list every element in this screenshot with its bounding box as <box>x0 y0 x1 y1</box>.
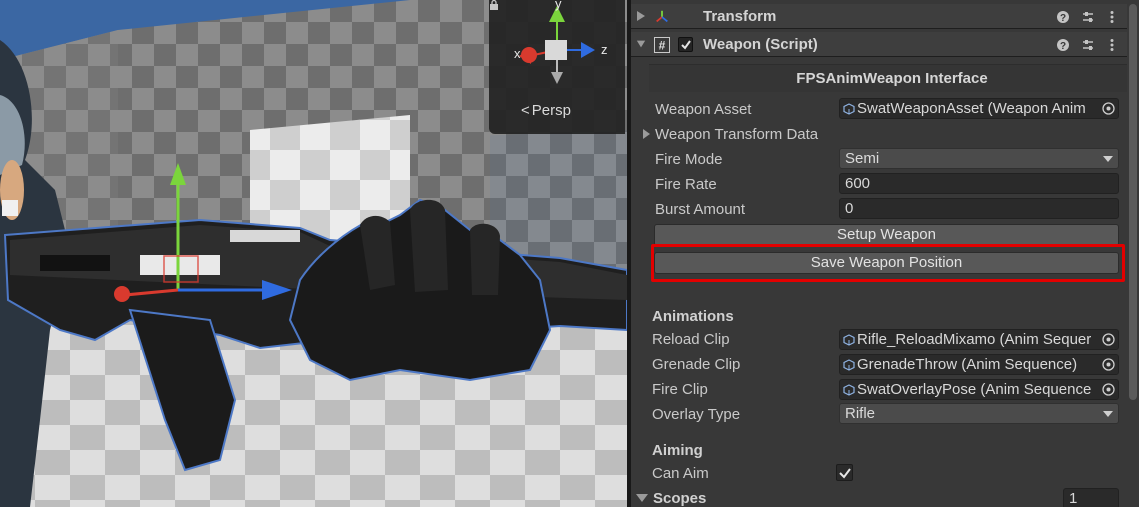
overlay-type-label: Overlay Type <box>652 406 741 423</box>
burst-amount-value: 0 <box>845 200 854 217</box>
svg-text:#: # <box>659 39 666 53</box>
scrollbar-thumb[interactable] <box>1129 4 1137 400</box>
kebab-menu-icon[interactable] <box>1105 38 1119 52</box>
collapsed-foldout-icon[interactable] <box>636 10 646 22</box>
svg-text:?: ? <box>1060 13 1066 24</box>
checkmark-icon <box>681 40 691 50</box>
overlay-type-dropdown[interactable]: Rifle <box>839 403 1119 424</box>
fire-mode-label: Fire Mode <box>655 151 723 168</box>
weapon-transform-data-foldout-icon[interactable] <box>642 129 652 139</box>
weapon-transform-data-label[interactable]: Weapon Transform Data <box>655 126 818 143</box>
scriptable-object-icon <box>843 103 855 115</box>
weapon-script-component-header[interactable]: # Weapon (Script) ? <box>631 32 1139 57</box>
lock-icon[interactable] <box>489 0 499 10</box>
fire-rate-label: Fire Rate <box>655 176 717 193</box>
target-picker-icon <box>1102 333 1115 346</box>
grenade-clip-label: Grenade Clip <box>652 356 741 373</box>
inspector-scrollbar[interactable] <box>1127 0 1139 507</box>
scopes-foldout-icon[interactable] <box>636 493 648 503</box>
weapon-asset-field[interactable]: SwatWeaponAsset (Weapon Anim <box>839 98 1119 119</box>
chevron-down-icon <box>1103 411 1113 417</box>
fire-mode-dropdown[interactable]: Semi <box>839 148 1119 169</box>
fire-rate-input[interactable]: 600 <box>839 173 1119 194</box>
weapon-asset-label: Weapon Asset <box>655 101 752 118</box>
transform-title: Transform <box>703 8 777 25</box>
transform-component-header[interactable]: Transform ? <box>631 4 1139 29</box>
expanded-foldout-icon[interactable] <box>636 38 646 50</box>
weapon-script-title: Weapon (Script) <box>703 36 818 53</box>
object-picker-button[interactable] <box>1098 330 1118 349</box>
setup-weapon-button[interactable]: Setup Weapon <box>654 224 1119 246</box>
component-enabled-checkbox[interactable] <box>678 37 693 52</box>
object-picker-button[interactable] <box>1098 355 1118 374</box>
preset-settings-icon[interactable] <box>1081 10 1095 24</box>
perspective-icon: < <box>521 102 530 119</box>
kebab-menu-icon[interactable] <box>1105 10 1119 24</box>
interface-section-header: FPSAnimWeapon Interface <box>649 64 1135 92</box>
preset-settings-icon[interactable] <box>1081 38 1095 52</box>
fire-clip-value: SwatOverlayPose (Anim Sequence <box>857 381 1092 398</box>
orientation-gizmo[interactable]: y x z < Persp <box>489 0 625 134</box>
gizmo-x-label: x <box>514 46 521 61</box>
reload-clip-label: Reload Clip <box>652 331 730 348</box>
animations-header: Animations <box>652 308 734 325</box>
help-icon[interactable]: ? <box>1056 10 1070 24</box>
interface-title: FPSAnimWeapon Interface <box>796 70 988 87</box>
gizmo-y-label: y <box>555 0 562 11</box>
object-picker-button[interactable] <box>1098 99 1118 118</box>
target-picker-icon <box>1102 383 1115 396</box>
can-aim-checkbox[interactable] <box>836 464 853 481</box>
aiming-header: Aiming <box>652 442 703 459</box>
grenade-clip-field[interactable]: GrenadeThrow (Anim Sequence) <box>839 354 1119 375</box>
scene-view[interactable]: y x z < Persp <box>0 0 627 507</box>
checkmark-icon <box>839 468 851 479</box>
fire-rate-value: 600 <box>845 175 871 192</box>
fire-clip-field[interactable]: SwatOverlayPose (Anim Sequence <box>839 379 1119 400</box>
burst-amount-input[interactable]: 0 <box>839 198 1119 219</box>
reload-clip-field[interactable]: Rifle_ReloadMixamo (Anim Sequer <box>839 329 1119 350</box>
object-picker-button[interactable] <box>1098 380 1118 399</box>
scopes-label[interactable]: Scopes <box>653 490 706 507</box>
target-picker-icon <box>1102 358 1115 371</box>
weapon-asset-value: SwatWeaponAsset (Weapon Anim <box>857 100 1086 117</box>
grenade-clip-value: GrenadeThrow (Anim Sequence) <box>857 356 1078 373</box>
target-picker-icon <box>1102 102 1115 115</box>
inspector-panel: Transform ? # Weapon (Script) ? FPSAnimW… <box>631 0 1139 507</box>
persp-label: Persp <box>531 102 571 119</box>
transform-axes-icon <box>656 10 668 23</box>
reload-clip-value: Rifle_ReloadMixamo (Anim Sequer <box>857 331 1092 348</box>
anim-sequence-icon <box>843 384 855 396</box>
highlight-box <box>651 244 1125 282</box>
svg-text:?: ? <box>1060 41 1066 52</box>
fire-clip-label: Fire Clip <box>652 381 708 398</box>
gizmo-z-label: z <box>601 42 608 57</box>
fire-mode-value: Semi <box>845 150 880 167</box>
can-aim-label: Can Aim <box>652 465 709 482</box>
projection-toggle[interactable]: < Persp <box>521 102 571 119</box>
chevron-down-icon <box>1103 156 1113 162</box>
anim-sequence-icon <box>843 334 855 346</box>
overlay-type-value: Rifle <box>845 405 876 422</box>
scopes-size-input[interactable]: 1 <box>1063 488 1119 507</box>
scopes-count: 1 <box>1069 490 1078 507</box>
burst-amount-label: Burst Amount <box>655 201 746 218</box>
anim-sequence-icon <box>843 359 855 371</box>
csharp-script-icon: # <box>654 37 670 53</box>
help-icon[interactable]: ? <box>1056 38 1070 52</box>
